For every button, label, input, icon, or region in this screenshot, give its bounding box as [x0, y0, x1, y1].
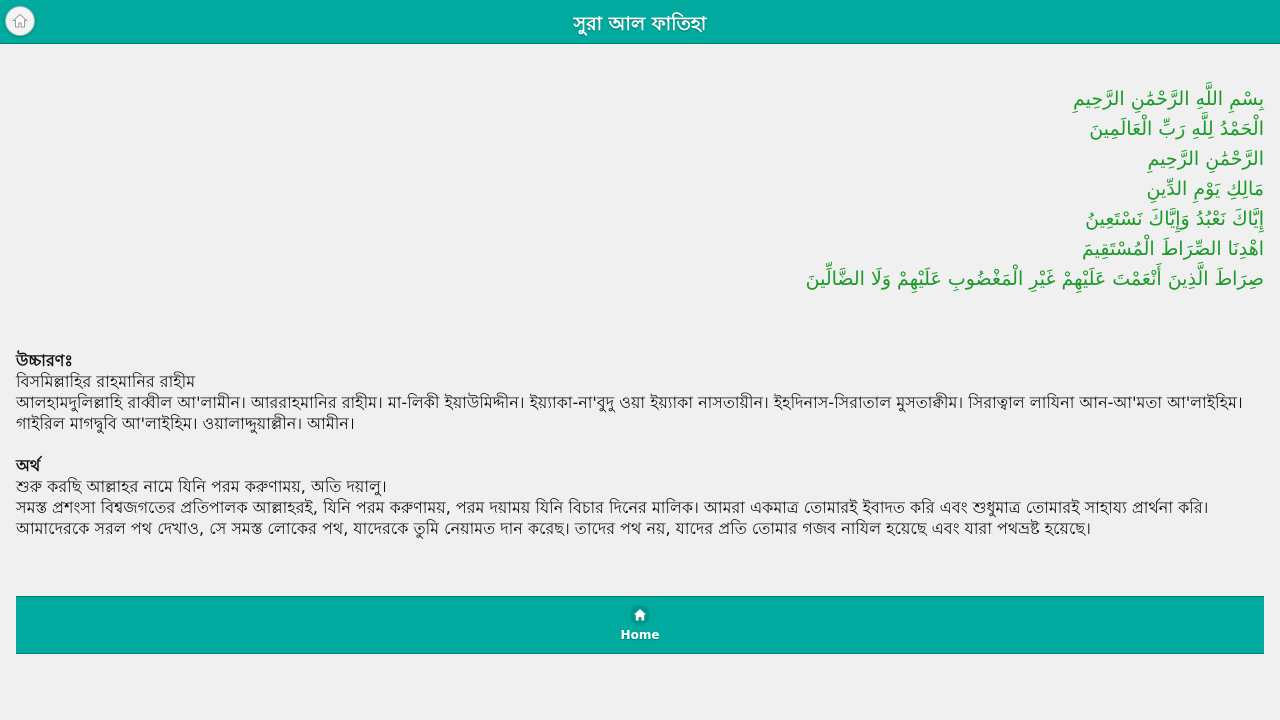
footer-home-label: Home — [620, 628, 660, 642]
pronunciation-line-2: আলহামদুলিল্লাহি রাব্বীল আ'লামীন। আররাহমা… — [16, 393, 1243, 433]
ayah-7: صِرَاطَ الَّذِينَ أَنْعَمْتَ عَلَيْهِمْ … — [805, 268, 1264, 290]
ayah-6: اهْدِنَا الصِّرَاطَ الْمُسْتَقِيمَ — [1081, 238, 1264, 260]
arabic-text: بِسْمِ اللَّهِ الرَّحْمَٰنِ الرَّحِيمِ ا… — [264, 84, 1264, 294]
pronunciation-heading: উচ্চারণঃ — [16, 351, 73, 370]
ayah-1: بِسْمِ اللَّهِ الرَّحْمَٰنِ الرَّحِيمِ — [1073, 88, 1264, 110]
translation-content: উচ্চারণঃ বিসমিল্লাহির রাহমানির রাহীম আলহ… — [16, 350, 1266, 539]
footer-navbar: Home — [16, 596, 1264, 654]
footer-home-button[interactable]: Home — [610, 603, 670, 649]
ayah-2: الْحَمْدُ لِلَّهِ رَبِّ الْعَالَمِينَ — [1089, 118, 1264, 140]
ayah-3: الرَّحْمَٰنِ الرَّحِيمِ — [1147, 148, 1264, 170]
header-bar: সুরা আল ফাতিহা — [0, 0, 1280, 44]
home-icon — [630, 605, 650, 625]
page-title: সুরা আল ফাতিহা — [573, 13, 707, 35]
ayah-4: مَالِكِ يَوْمِ الدِّينِ — [1146, 178, 1264, 200]
meaning-line-2: সমস্ত প্রশংসা বিশ্বজগতের প্রতিপালক আল্লা… — [16, 498, 1209, 538]
meaning-heading: অর্থ — [16, 456, 41, 475]
pronunciation-line-1: বিসমিল্লাহির রাহমানির রাহীম — [16, 372, 196, 391]
ayah-5: إِيَّاكَ نَعْبُدُ وَإِيَّاكَ نَسْتَعِينُ — [1085, 208, 1264, 230]
meaning-line-1: শুরু করছি আল্লাহর নামে যিনি পরম করুণাময়… — [16, 477, 387, 496]
